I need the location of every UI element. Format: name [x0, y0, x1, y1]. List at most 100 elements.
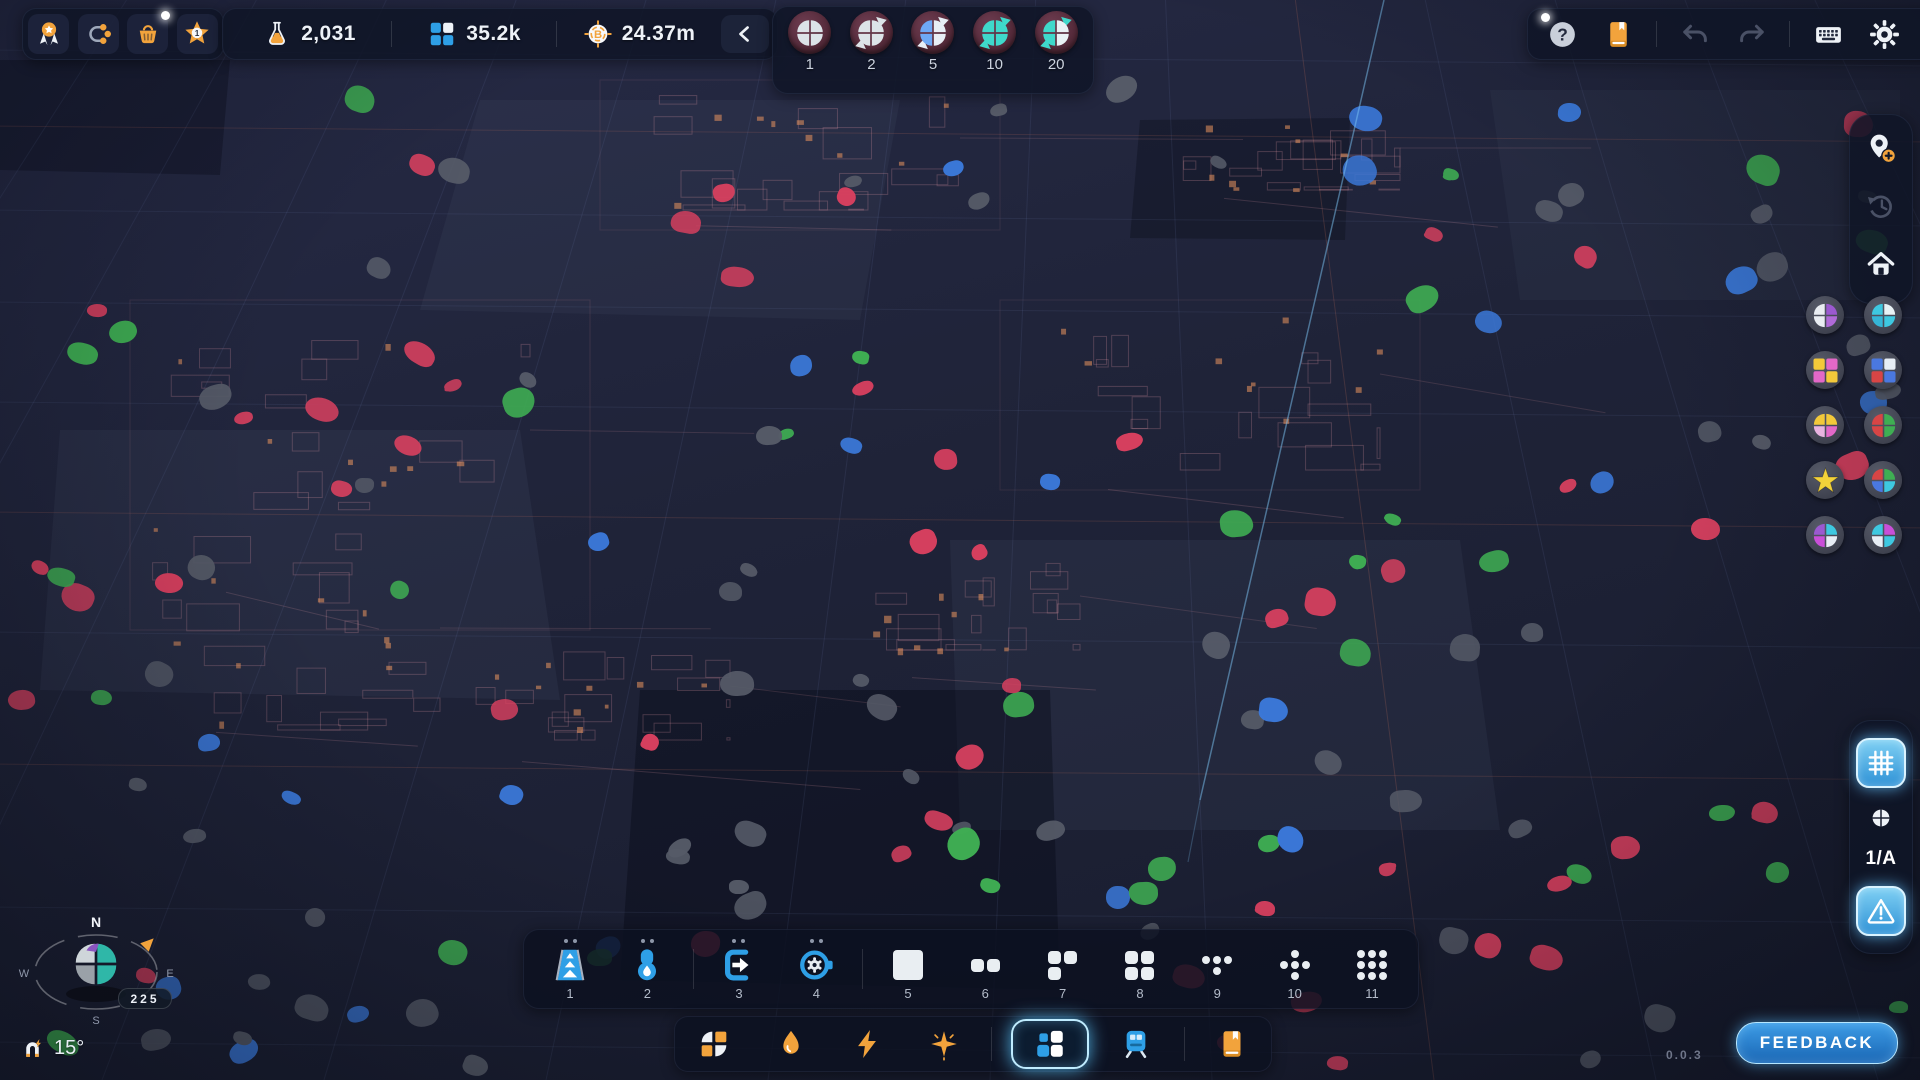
category-fluids[interactable]: [762, 1022, 820, 1066]
pipe-icon: [627, 945, 667, 985]
milestone-shape-2[interactable]: 2: [843, 11, 899, 73]
quest-3-badge[interactable]: [1806, 351, 1844, 389]
build-tool-8[interactable]: 8: [1108, 937, 1172, 1001]
camera-tilt: 15°: [20, 1036, 84, 1061]
undo-icon: [1679, 18, 1712, 51]
home-button[interactable]: [1863, 246, 1899, 287]
research-tree-button[interactable]: [78, 14, 119, 54]
quest-4-badge[interactable]: [1864, 351, 1902, 389]
quest-6-badge[interactable]: [1864, 406, 1902, 444]
milestone-count: 1: [806, 56, 814, 73]
quest-1-badge[interactable]: [1806, 296, 1844, 334]
quest-2-badge[interactable]: [1864, 296, 1902, 334]
sparkle-icon: [927, 1027, 961, 1061]
divider: [693, 949, 694, 989]
build-tool-10[interactable]: 10: [1263, 937, 1327, 1001]
top-right-menu: ?: [1527, 8, 1920, 60]
milestone-count: 2: [867, 56, 875, 73]
divider: [991, 1027, 992, 1061]
build-tool-7[interactable]: 7: [1031, 937, 1095, 1001]
warning-icon: [1865, 895, 1897, 927]
extract-icon: [719, 945, 759, 985]
trajectory-line: [0, 0, 1920, 1080]
layer-indicator[interactable]: 1/A: [1865, 848, 1896, 870]
quest-10-badge[interactable]: [1864, 516, 1902, 554]
waypoints-button[interactable]: [1863, 131, 1899, 172]
hotkey-label: 8: [1136, 986, 1143, 1001]
compass[interactable]: N W E S: [10, 900, 190, 1032]
variant-dots: [810, 937, 823, 945]
shortcuts-button[interactable]: [1810, 16, 1846, 52]
build-tool-11[interactable]: 11: [1340, 937, 1404, 1001]
quest-7-badge[interactable]: [1806, 461, 1844, 499]
milestone-star-button[interactable]: 1: [177, 14, 218, 54]
layout-icon: [1043, 945, 1083, 985]
laysel-icon: [1033, 1027, 1067, 1061]
redo-button: [1733, 16, 1769, 52]
build-tool-1[interactable]: 1: [538, 937, 602, 1001]
category-space[interactable]: [915, 1022, 973, 1066]
layout-icon: [965, 945, 1005, 985]
shape-overlay-button[interactable]: [1867, 804, 1895, 832]
milestone-shape-1[interactable]: 1: [782, 11, 838, 73]
game-viewport: 1 2,031 35.2k B 24.37m 1 2 5 10 20 ?: [0, 0, 1920, 1080]
droplet-icon: [774, 1027, 808, 1061]
settings-button[interactable]: [1866, 16, 1902, 52]
divider: [862, 949, 863, 989]
magnet-icon: [20, 1036, 45, 1061]
alerts-overlay-button[interactable]: [1856, 886, 1906, 936]
achievements-button[interactable]: [28, 14, 69, 54]
notification-dot: [161, 11, 170, 20]
gear-icon: [1868, 18, 1901, 51]
layout-icon: [888, 945, 928, 985]
basket-icon: [133, 19, 163, 49]
shape-icon: [916, 16, 950, 50]
build-tool-5[interactable]: 5: [876, 937, 940, 1001]
quest-5-badge[interactable]: [1806, 406, 1844, 444]
category-knowledge[interactable]: [1203, 1022, 1261, 1066]
shape-icon: [793, 16, 827, 50]
map-nav-panel: [1849, 114, 1913, 304]
milestone-count: 10: [986, 56, 1003, 73]
knowledge-button[interactable]: [1600, 16, 1636, 52]
quest-shape-icon: [1810, 355, 1841, 386]
build-tool-3[interactable]: 3: [707, 937, 771, 1001]
compass-south: S: [92, 1015, 99, 1027]
milestone-shape-5[interactable]: 5: [905, 11, 961, 73]
category-energy[interactable]: [838, 1022, 896, 1066]
notification-dot: [1541, 13, 1550, 22]
grid-overlay-button[interactable]: [1856, 738, 1906, 788]
hotkey-label: 1: [566, 986, 573, 1001]
tilt-value: 15°: [54, 1037, 84, 1060]
category-platform-layouts[interactable]: [1011, 1019, 1089, 1069]
shop-button[interactable]: [127, 14, 168, 54]
milestone-shape-10[interactable]: 10: [967, 11, 1023, 73]
platforms-icon: [427, 19, 457, 49]
belt-icon: [550, 945, 590, 985]
quest-shape-icon: [1810, 410, 1841, 441]
quest-9-badge[interactable]: [1806, 516, 1844, 554]
build-tool-6[interactable]: 6: [953, 937, 1017, 1001]
quest-shape-icon: [1868, 355, 1899, 386]
build-toolbar: 1 23 4 567 8 9 1011: [523, 929, 1419, 1009]
quest-8-badge[interactable]: [1864, 461, 1902, 499]
layout-icon: [1352, 945, 1392, 985]
help-icon: ?: [1546, 18, 1579, 51]
help-button[interactable]: ?: [1544, 16, 1580, 52]
view-controls-panel: 1/A: [1849, 720, 1913, 954]
history-icon: [1863, 188, 1899, 224]
science-stat: 2,031: [237, 19, 381, 49]
build-tool-2[interactable]: 2: [615, 937, 679, 1001]
hotkey-label: 9: [1214, 986, 1221, 1001]
hotkey-label: 4: [813, 986, 820, 1001]
feedback-button[interactable]: FEEDBACK: [1736, 1022, 1898, 1064]
category-shapes[interactable]: [685, 1022, 743, 1066]
divider: [1184, 1027, 1185, 1061]
collapse-stats-button[interactable]: [721, 15, 769, 53]
build-tool-9[interactable]: 9: [1185, 937, 1249, 1001]
category-trains[interactable]: [1107, 1022, 1165, 1066]
build-tool-4[interactable]: 4: [784, 937, 848, 1001]
keyboard-icon: [1812, 18, 1845, 51]
milestone-shape-20[interactable]: 20: [1028, 11, 1084, 73]
compass-north: N: [91, 914, 101, 930]
